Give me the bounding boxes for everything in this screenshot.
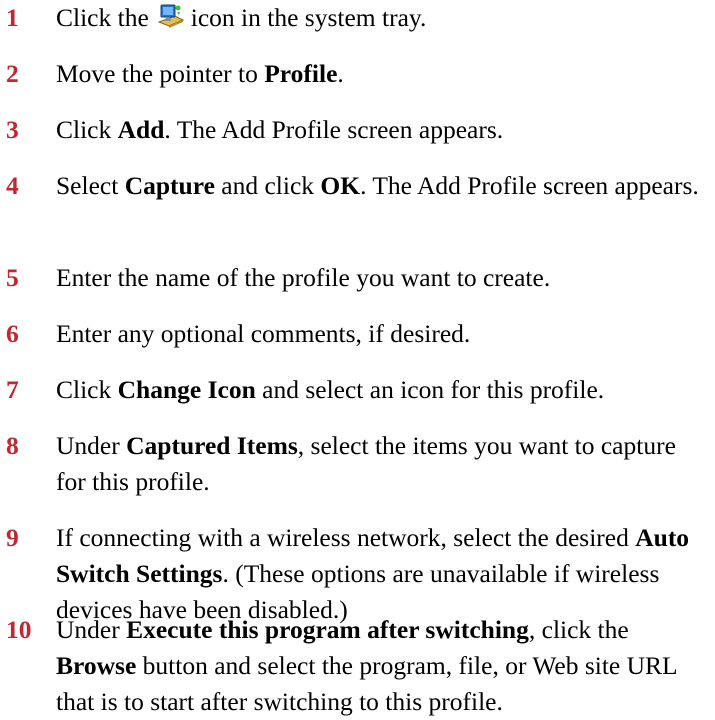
step-text-segment: .: [337, 59, 344, 88]
step-text-segment: and select an icon for this profile.: [255, 375, 605, 404]
ui-term: Change Icon: [117, 375, 256, 404]
step-text-segment: . The Add Profile screen appears.: [360, 171, 699, 200]
step-text: Move the pointer to Profile.: [56, 56, 706, 92]
step-text-segment: Enter the name of the profile you want t…: [56, 263, 551, 292]
step-number: 3: [6, 115, 19, 144]
step-text-segment: Under: [56, 615, 127, 644]
step-text-segment: If connecting with a wireless network, s…: [56, 523, 636, 552]
step-number: 7: [6, 375, 19, 404]
step-text: Under Execute this program after switchi…: [56, 612, 706, 720]
ui-term: Browse: [56, 651, 137, 680]
step-number: 9: [6, 523, 19, 552]
step-text-segment: Enter any optional comments, if desired.: [56, 319, 471, 348]
step-text: Select Capture and click OK. The Add Pro…: [56, 168, 706, 204]
step-text-segment: . The Add Profile screen appears.: [164, 115, 504, 144]
step-text-segment: and click: [214, 171, 321, 200]
step-text: Under Captured Items, select the items y…: [56, 428, 706, 500]
step-number: 8: [6, 431, 19, 460]
step-number: 6: [6, 319, 19, 348]
step-number: 4: [6, 171, 19, 200]
step-number: 10: [6, 615, 32, 644]
step-text-segment: Click: [56, 375, 118, 404]
step-text: Enter the name of the profile you want t…: [56, 260, 706, 296]
ui-term: Captured Items: [126, 431, 298, 460]
step-text-segment: Select: [56, 171, 125, 200]
step-text-segment: button and select the program, file, or …: [56, 651, 677, 716]
ui-term: Execute this program after switching: [126, 615, 529, 644]
ui-term: Profile: [264, 59, 338, 88]
instruction-steps: 1 Click the icon in the system tray. 2 Move …: [0, 0, 715, 716]
step-number: 2: [6, 59, 19, 88]
ui-term: Capture: [124, 171, 215, 200]
step-text: Enter any optional comments, if desired.: [56, 316, 706, 352]
ui-term: OK: [320, 171, 361, 200]
step-text-segment: , click the: [528, 615, 629, 644]
step-text: Click the icon in the system tray.: [56, 0, 706, 40]
step-text: Click Change Icon and select an icon for…: [56, 372, 706, 408]
step-number: 5: [6, 263, 19, 292]
step-text: Click Add. The Add Profile screen appear…: [56, 112, 706, 148]
ui-term: Add: [117, 115, 165, 144]
step-text-segment: Click the: [56, 3, 149, 32]
step-text-segment: Under: [56, 431, 127, 460]
step-text-segment: icon in the system tray.: [190, 3, 427, 32]
step-text-segment: Move the pointer to: [56, 59, 265, 88]
step-number: 1: [6, 3, 19, 32]
network-profile-icon: [153, 2, 187, 40]
step-text-segment: Click: [56, 115, 118, 144]
